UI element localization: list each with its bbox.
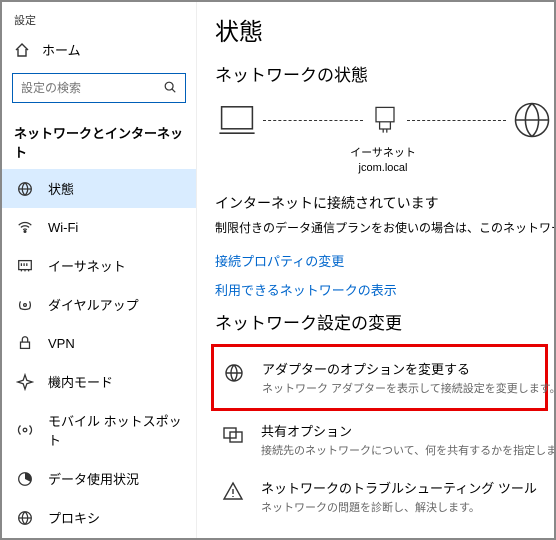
nav-label: プロキシ [48,508,100,527]
dialup-icon [16,296,34,314]
nav-proxy[interactable]: プロキシ [2,498,196,537]
ethernet-icon [16,257,34,275]
nav-datausage[interactable]: データ使用状況 [2,459,196,498]
main-content: 状態 ネットワークの状態 イーサネット jcom.local インターネットに接… [197,2,554,538]
connected-status: インターネットに接続されています [215,193,554,213]
data-icon [16,470,34,488]
domain-label: jcom.local [343,161,423,176]
nav-wifi[interactable]: Wi-Fi [2,208,196,246]
option-desc: ネットワークの問題を診断し、解決します。 [261,499,537,515]
wifi-icon [16,218,34,236]
search-input[interactable] [21,81,151,95]
option-title: ネットワークのトラブルシューティング ツール [261,478,537,497]
nav-label: 状態 [48,179,74,198]
option-desc: 接続先のネットワークについて、何を共有するかを指定します。 [261,442,554,458]
option-title: アダプターのオプションを変更する [262,359,554,378]
vpn-icon [16,334,34,352]
router-icon [367,102,403,138]
nav-label: VPN [48,336,75,351]
hotspot-icon [16,421,34,439]
page-title: 状態 [215,12,554,47]
adapter-icon [222,359,248,385]
option-sharing[interactable]: 共有オプション 接続先のネットワークについて、何を共有するかを指定します。 [215,411,554,468]
home-button[interactable]: ホーム [2,34,196,65]
option-troubleshoot[interactable]: ネットワークのトラブルシューティング ツール ネットワークの問題を診断し、解決し… [215,468,554,525]
option-desc: ネットワーク アダプターを表示して接続設定を変更します。 [262,380,554,396]
sidebar: 設定 ホーム ネットワークとインターネット 状態 Wi-Fi [2,2,197,538]
home-label: ホーム [42,40,81,59]
nav-airplane[interactable]: 機内モード [2,362,196,401]
nav-label: モバイル ホットスポット [48,411,182,449]
internet-icon [510,98,554,142]
nav-hotspot[interactable]: モバイル ホットスポット [2,401,196,459]
nav-label: データ使用状況 [48,469,139,488]
change-settings-heading: ネットワーク設定の変更 [215,309,554,334]
connected-description: 制限付きのデータ通信プランをお使いの場合は、このネットワークを従量制課金接続に設… [215,219,554,237]
nav-ethernet[interactable]: イーサネット [2,246,196,285]
highlight-annotation: アダプターのオプションを変更する ネットワーク アダプターを表示して接続設定を変… [211,344,548,411]
airplane-icon [16,373,34,391]
nav-label: 機内モード [48,372,113,391]
sharing-icon [221,421,247,447]
link-connection-properties[interactable]: 接続プロパティの変更 [215,251,554,270]
nav-dialup[interactable]: ダイヤルアップ [2,285,196,324]
network-status-heading: ネットワークの状態 [215,61,554,86]
option-adapter[interactable]: アダプターのオプションを変更する ネットワーク アダプターを表示して接続設定を変… [216,349,543,406]
globe-icon [16,180,34,198]
nav-vpn[interactable]: VPN [2,324,196,362]
proxy-icon [16,509,34,527]
option-title: 共有オプション [261,421,554,440]
nav-status[interactable]: 状態 [2,169,196,208]
connection-line [263,120,363,121]
diagram-labels: イーサネット jcom.local [343,146,423,177]
nav-label: Wi-Fi [48,220,78,235]
ethernet-label: イーサネット [343,146,423,161]
search-box[interactable] [12,73,186,103]
home-icon [14,42,30,58]
link-available-networks[interactable]: 利用できるネットワークの表示 [215,280,554,299]
network-diagram [215,98,554,142]
nav-label: イーサネット [48,256,126,275]
pc-icon [215,98,259,142]
app-title: 設定 [2,12,196,34]
troubleshoot-icon [221,478,247,504]
sidebar-section-title: ネットワークとインターネット [2,111,196,169]
nav-label: ダイヤルアップ [48,295,139,314]
search-icon [163,80,177,97]
connection-line [407,120,507,121]
